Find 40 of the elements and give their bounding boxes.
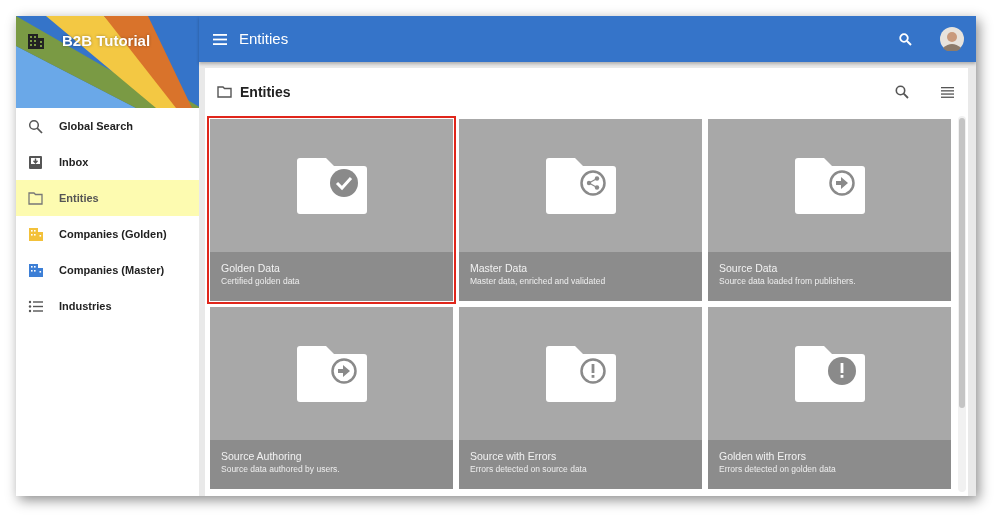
list-icon [28, 298, 43, 314]
sidebar-item[interactable]: Inbox [16, 144, 199, 180]
folder-alert-icon [544, 344, 617, 403]
list-view-icon[interactable] [941, 86, 954, 98]
toolbar-title: Entities [239, 28, 289, 49]
tile-title: Source with Errors [470, 450, 558, 463]
folder-icon [217, 86, 232, 98]
tile-description: Source data loaded from publishers. [719, 275, 857, 287]
folder-arrow-icon [793, 156, 866, 215]
folder-alert-icon [793, 344, 866, 403]
sidebar-item[interactable]: Industries [16, 288, 199, 324]
folder-icon [28, 190, 43, 206]
tile-title: Golden Data [221, 262, 281, 275]
building-icon [28, 33, 44, 49]
search-icon[interactable] [899, 32, 912, 46]
tile-description: Errors detected on golden data [719, 463, 837, 475]
sidebar-item[interactable]: Companies (Golden) [16, 216, 199, 252]
tile-description: Certified golden data [221, 275, 301, 287]
tile-description: Source data authored by users. [221, 463, 341, 475]
sidebar-item[interactable]: Companies (Master) [16, 252, 199, 288]
tile-title: Source Authoring [221, 450, 303, 463]
search-icon [28, 118, 43, 134]
inbox-icon [28, 154, 43, 170]
tile-description: Master data, enriched and validated [470, 275, 607, 287]
scrollbar-thumb[interactable] [959, 118, 965, 408]
folder-arrow-icon [295, 344, 368, 403]
tile-description: Errors detected on source data [470, 463, 588, 475]
tile-title: Source Data [719, 262, 779, 275]
sidebar-item[interactable]: Entities [16, 180, 199, 216]
tile-title: Golden with Errors [719, 450, 807, 463]
building-icon [28, 226, 43, 242]
folder-check-icon [295, 156, 368, 215]
sidebar-item[interactable]: Global Search [16, 108, 199, 144]
search-icon[interactable] [895, 85, 909, 99]
folder-share-icon [544, 156, 617, 215]
building-icon [28, 262, 43, 278]
menu-icon[interactable] [213, 33, 227, 45]
avatar[interactable] [940, 27, 964, 51]
tile-title: Master Data [470, 262, 529, 275]
panel-title: Entities [240, 82, 291, 102]
